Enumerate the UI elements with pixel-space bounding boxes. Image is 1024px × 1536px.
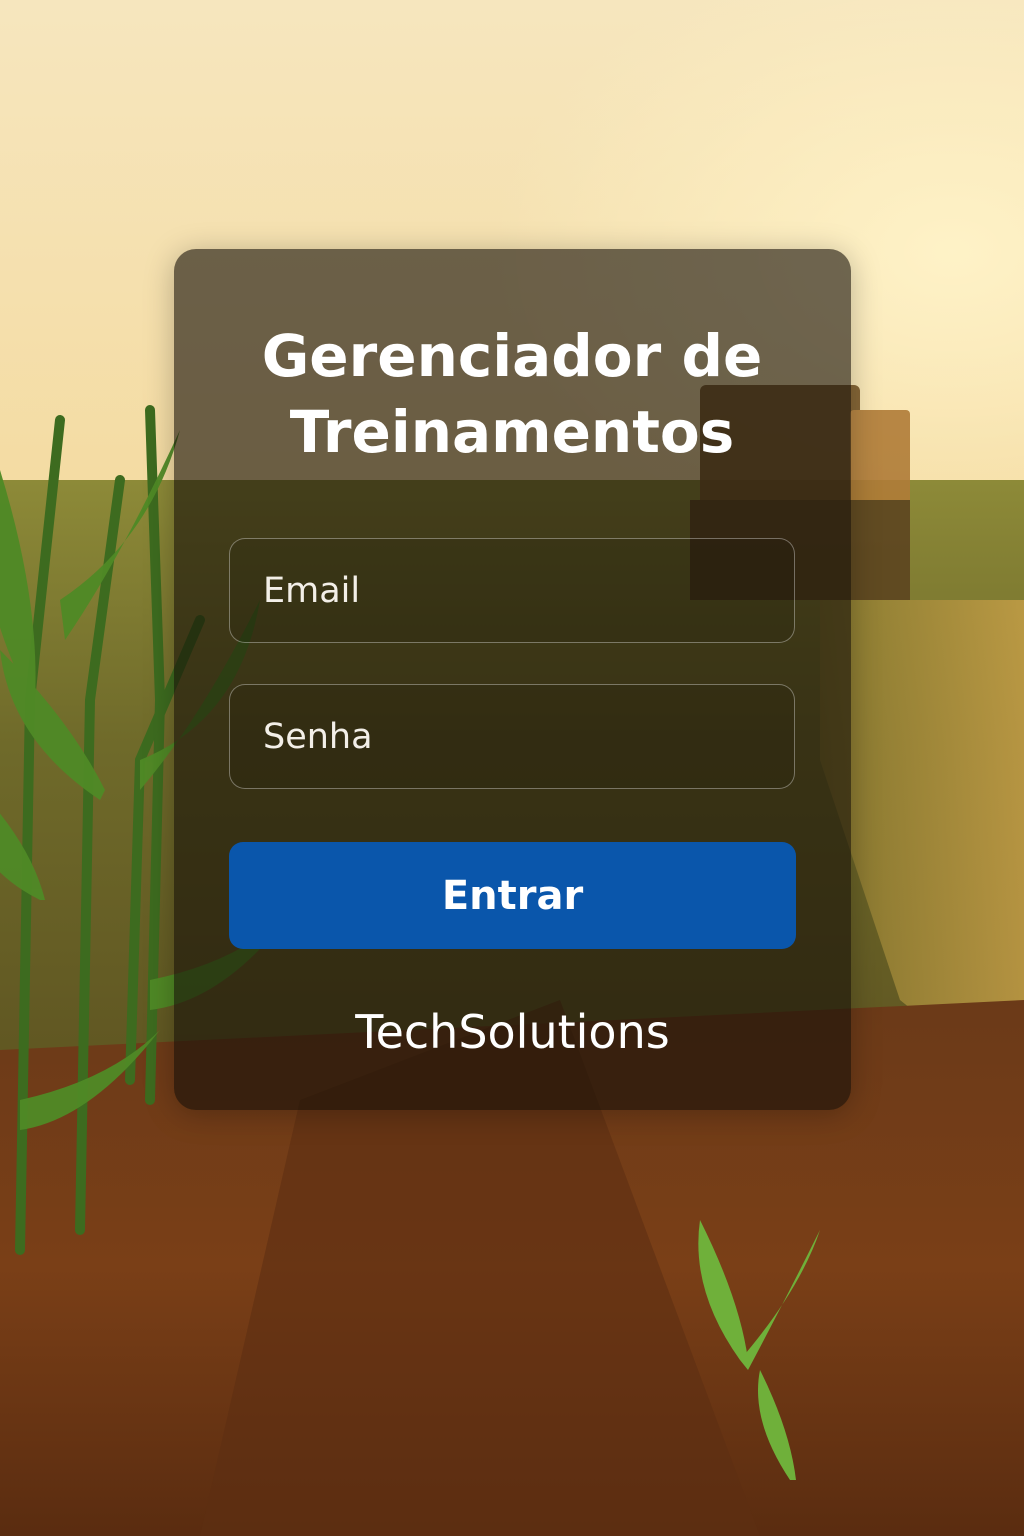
title-line-2: Treinamentos (289, 398, 735, 466)
brand-name: TechSolutions (355, 1005, 670, 1059)
email-field-wrapper (229, 538, 795, 643)
email-field[interactable] (230, 539, 794, 642)
password-field-wrapper (229, 684, 795, 789)
page-title: Gerenciador de Treinamentos (0, 318, 1024, 470)
password-field[interactable] (230, 685, 794, 788)
login-button[interactable]: Entrar (229, 842, 796, 949)
title-line-1: Gerenciador de (261, 322, 763, 390)
